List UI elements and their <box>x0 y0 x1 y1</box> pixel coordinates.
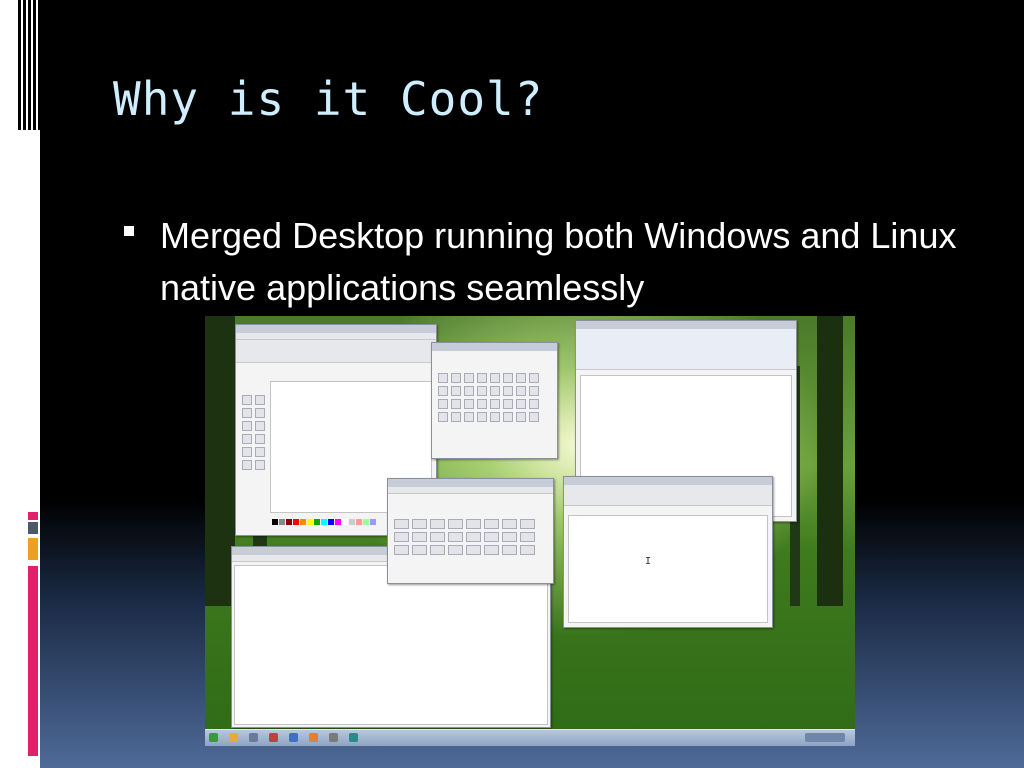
stripes-decoration <box>18 0 40 130</box>
calculator-keys-2[interactable] <box>394 519 535 555</box>
app-icon[interactable] <box>249 733 258 742</box>
bullet-item: Merged Desktop running both Windows and … <box>122 210 962 314</box>
start-icon[interactable] <box>209 733 218 742</box>
image-editor-canvas[interactable]: I <box>568 515 768 623</box>
image-editor-window[interactable]: I <box>563 476 773 628</box>
bullet-text: Merged Desktop running both Windows and … <box>160 215 957 308</box>
app-icon[interactable] <box>289 733 298 742</box>
slide-title: Why is it Cool? <box>113 72 544 126</box>
tray-clock <box>805 733 845 742</box>
text-editor-area[interactable] <box>234 565 548 725</box>
slide-decoration-bar <box>0 0 40 768</box>
accent-pink-tall <box>28 566 38 756</box>
taskbar[interactable] <box>205 729 855 746</box>
app-icon[interactable] <box>349 733 358 742</box>
folder-icon[interactable] <box>229 733 238 742</box>
app-icon[interactable] <box>329 733 338 742</box>
app-icon[interactable] <box>269 733 278 742</box>
calculator-keys[interactable] <box>438 373 539 422</box>
bullet-square-icon <box>124 226 134 236</box>
accent-slate <box>28 522 38 534</box>
text-cursor: I <box>645 556 652 567</box>
accent-orange <box>28 538 38 560</box>
app-icon[interactable] <box>309 733 318 742</box>
desktop-screenshot-image: I <box>205 316 855 746</box>
calculator-window-top[interactable] <box>431 342 558 459</box>
accent-pink-small <box>28 512 38 520</box>
paint-toolbox[interactable] <box>242 395 265 470</box>
calculator-window-middle[interactable] <box>387 478 554 584</box>
color-palette[interactable] <box>272 519 376 525</box>
